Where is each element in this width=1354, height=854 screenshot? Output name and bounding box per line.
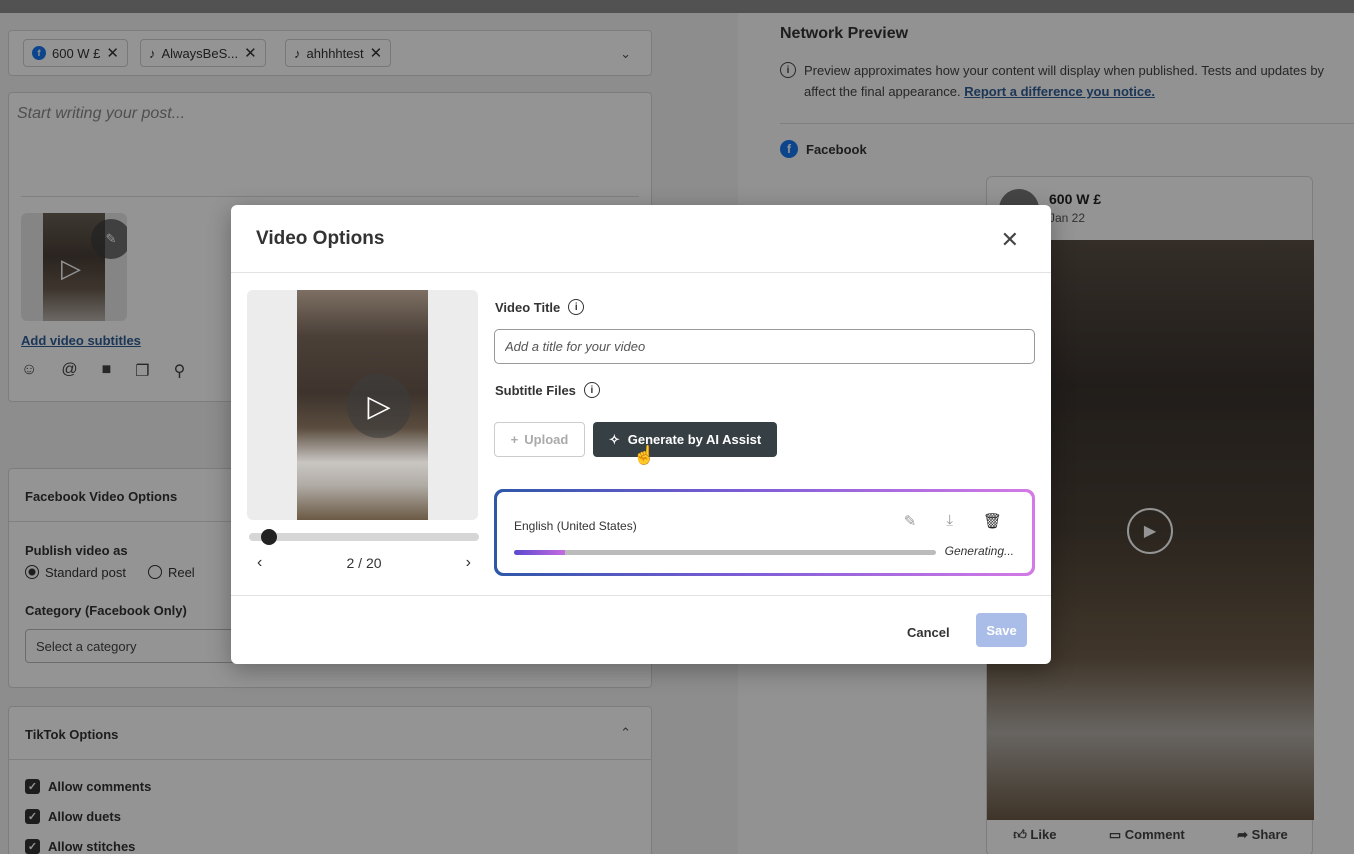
subtitle-generation-card: English (United States) ✎ ⤓ 🗑︎ Generatin… [494, 489, 1035, 576]
frame-pager: ‹ 2 / 20 › [249, 554, 479, 572]
hand-cursor-icon: ☝ [633, 445, 656, 465]
divider [231, 272, 1051, 273]
generation-progress-bar [514, 550, 936, 555]
generate-ai-button[interactable]: ✧ Generate by AI Assist [593, 422, 777, 457]
progress-fill [514, 550, 565, 555]
video-preview: ▷ [247, 290, 478, 520]
video-title-input[interactable] [494, 329, 1035, 364]
generation-status: Generating... [944, 544, 1014, 558]
subtitle-entry: English (United States) ✎ ⤓ 🗑︎ Generatin… [497, 492, 1032, 573]
video-options-dialog: Video Options ✕ ▷ ‹ 2 / 20 › Video Title… [231, 205, 1051, 664]
chevron-right-icon[interactable]: › [458, 554, 479, 572]
play-button[interactable]: ▷ [347, 374, 411, 438]
ai-sparkle-icon: ✧ [608, 431, 620, 447]
dialog-title: Video Options [256, 228, 385, 249]
frame-scrubber[interactable] [249, 529, 479, 545]
frame-counter: 2 / 20 [346, 555, 382, 571]
subtitle-actions: ✎ ⤓ 🗑︎ [904, 512, 1002, 530]
close-icon[interactable]: ✕ [1001, 227, 1019, 253]
divider [231, 595, 1051, 596]
trash-icon[interactable]: 🗑︎ [983, 512, 1002, 530]
chevron-left-icon[interactable]: ‹ [249, 554, 270, 572]
info-icon[interactable]: i [583, 382, 600, 398]
video-title-label: Video Title i [495, 299, 585, 315]
subtitle-language: English (United States) [514, 519, 637, 533]
save-button[interactable]: Save [976, 613, 1027, 647]
cancel-button[interactable]: Cancel [903, 615, 954, 649]
info-icon[interactable]: i [568, 299, 585, 315]
plus-icon: + [510, 432, 519, 447]
upload-button[interactable]: + Upload [494, 422, 585, 457]
edit-icon[interactable]: ✎ [904, 512, 917, 530]
subtitle-files-label: Subtitle Files i [495, 382, 600, 398]
download-icon[interactable]: ⤓ [946, 512, 953, 530]
scrubber-handle[interactable] [261, 529, 277, 545]
